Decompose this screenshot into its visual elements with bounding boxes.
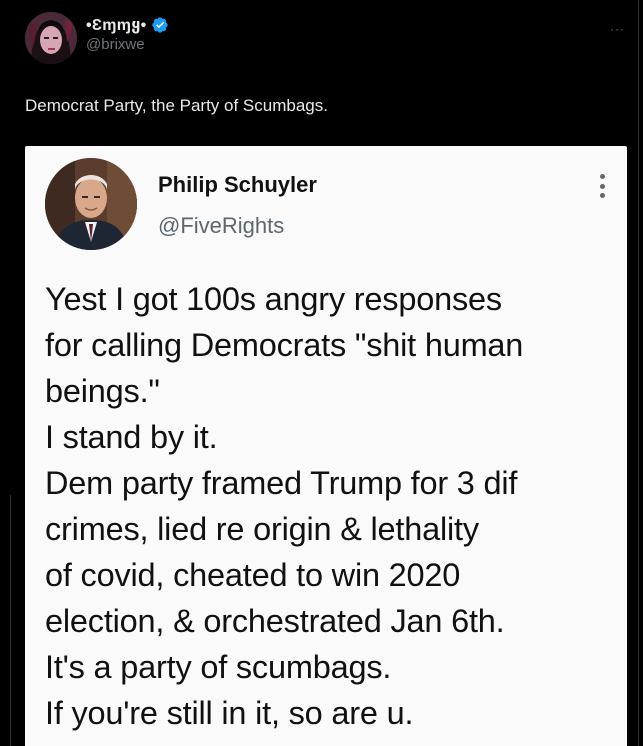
embedded-text-line: It's a party of scumbags.	[45, 649, 392, 685]
embedded-text-line: election, & orchestrated Jan 6th.	[45, 603, 505, 639]
verified-badge-icon	[151, 16, 169, 34]
embedded-text-line: If you're still in it, so are u.	[45, 695, 414, 731]
embedded-post-text: Yest I got 100s angry responses for call…	[45, 276, 620, 736]
embedded-text-line: I stand by it.	[45, 419, 218, 455]
more-vertical-icon	[599, 174, 605, 198]
more-horizontal-icon[interactable]: ···	[610, 22, 625, 36]
tweet-text: Democrat Party, the Party of Scumbags.	[25, 96, 328, 115]
author-handle[interactable]: @brixwe	[86, 36, 169, 53]
embedded-text-line: beings."	[45, 373, 160, 409]
tweet-page: •Ɛɱɱყ• @brixwe ··· Democrat Party, the P…	[0, 0, 643, 746]
embedded-text-line: for calling Democrats "shit human	[45, 327, 524, 363]
display-name-row: •Ɛɱɱყ•	[86, 14, 169, 36]
author-info[interactable]: •Ɛɱɱყ• @brixwe	[86, 14, 169, 53]
embedded-text-line: crimes, lied re origin & lethality	[45, 511, 479, 547]
embedded-author-handle: @FiveRights	[158, 213, 285, 238]
embedded-text-line: Dem party framed Trump for 3 dif	[45, 465, 518, 501]
embedded-avatar-image	[45, 158, 137, 250]
embedded-author-avatar	[45, 158, 137, 250]
embedded-text-line: Yest I got 100s angry responses	[45, 281, 502, 317]
column-divider	[638, 0, 639, 746]
author-display-name[interactable]: •Ɛɱɱყ•	[86, 15, 147, 35]
author-avatar-image	[25, 12, 77, 64]
embedded-author-name: Philip Schuyler	[158, 172, 317, 197]
left-divider	[10, 495, 11, 746]
embedded-text-line: of covid, cheated to win 2020	[45, 557, 461, 593]
author-avatar[interactable]	[25, 12, 77, 64]
embedded-tweet-image[interactable]: Philip Schuyler @FiveRights Yest I got 1…	[25, 146, 627, 746]
